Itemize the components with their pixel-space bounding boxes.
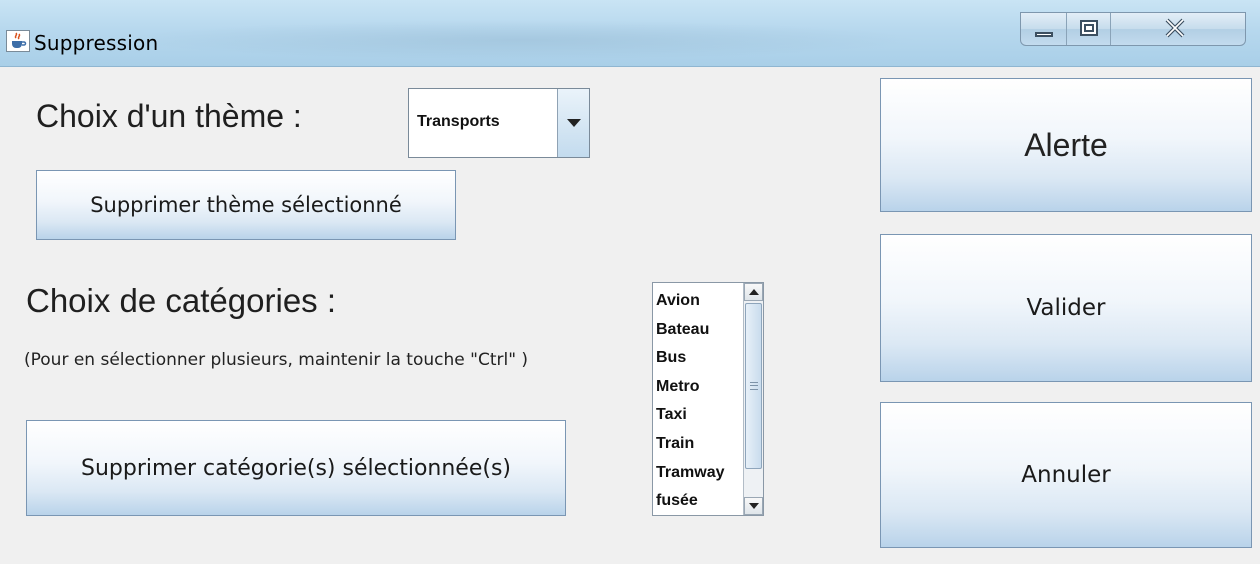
list-item[interactable]: Bus bbox=[656, 344, 744, 373]
maximize-button[interactable] bbox=[1067, 13, 1111, 45]
alert-button[interactable]: Alerte bbox=[880, 78, 1252, 212]
validate-button[interactable]: Valider bbox=[880, 234, 1252, 382]
list-item[interactable]: Taxi bbox=[656, 401, 744, 430]
java-coffee-icon[interactable] bbox=[6, 30, 30, 52]
categories-label: Choix de catégories : bbox=[26, 282, 337, 319]
title-bar[interactable]: Suppression bbox=[0, 0, 1260, 67]
minimize-button[interactable] bbox=[1021, 13, 1067, 45]
window-controls bbox=[1020, 12, 1246, 46]
minimize-icon bbox=[1035, 32, 1053, 37]
close-button[interactable] bbox=[1111, 13, 1245, 45]
scroll-up-icon[interactable] bbox=[744, 283, 763, 301]
theme-combobox-value: Transports bbox=[417, 113, 500, 130]
title-bar-shading bbox=[120, 20, 920, 60]
grip-icon bbox=[750, 382, 758, 390]
delete-theme-button[interactable]: Supprimer thème sélectionné bbox=[36, 170, 456, 240]
list-item[interactable]: fusée bbox=[656, 487, 744, 516]
categories-list[interactable]: Avion Bateau Bus Metro Taxi Train Tramwa… bbox=[652, 282, 764, 516]
categories-list-items: Avion Bateau Bus Metro Taxi Train Tramwa… bbox=[656, 287, 744, 516]
scroll-down-icon[interactable] bbox=[744, 497, 763, 515]
list-item[interactable]: Train bbox=[656, 430, 744, 459]
list-item[interactable]: Metro bbox=[656, 373, 744, 402]
list-scrollbar[interactable] bbox=[743, 283, 763, 515]
delete-categories-button[interactable]: Supprimer catégorie(s) sélectionnée(s) bbox=[26, 420, 566, 516]
list-item[interactable]: Bateau bbox=[656, 316, 744, 345]
list-item[interactable]: Avion bbox=[656, 287, 744, 316]
categories-hint: (Pour en sélectionner plusieurs, mainten… bbox=[24, 350, 529, 370]
window-title: Suppression bbox=[34, 31, 159, 55]
scrollbar-thumb[interactable] bbox=[745, 303, 762, 469]
list-item[interactable]: Tramway bbox=[656, 459, 744, 488]
theme-combobox[interactable]: Transports bbox=[408, 88, 590, 158]
cancel-button[interactable]: Annuler bbox=[880, 402, 1252, 548]
chevron-down-icon[interactable] bbox=[557, 89, 589, 157]
theme-label: Choix d'un thème : bbox=[36, 98, 302, 134]
close-icon bbox=[1165, 18, 1185, 38]
maximize-icon bbox=[1080, 20, 1098, 36]
